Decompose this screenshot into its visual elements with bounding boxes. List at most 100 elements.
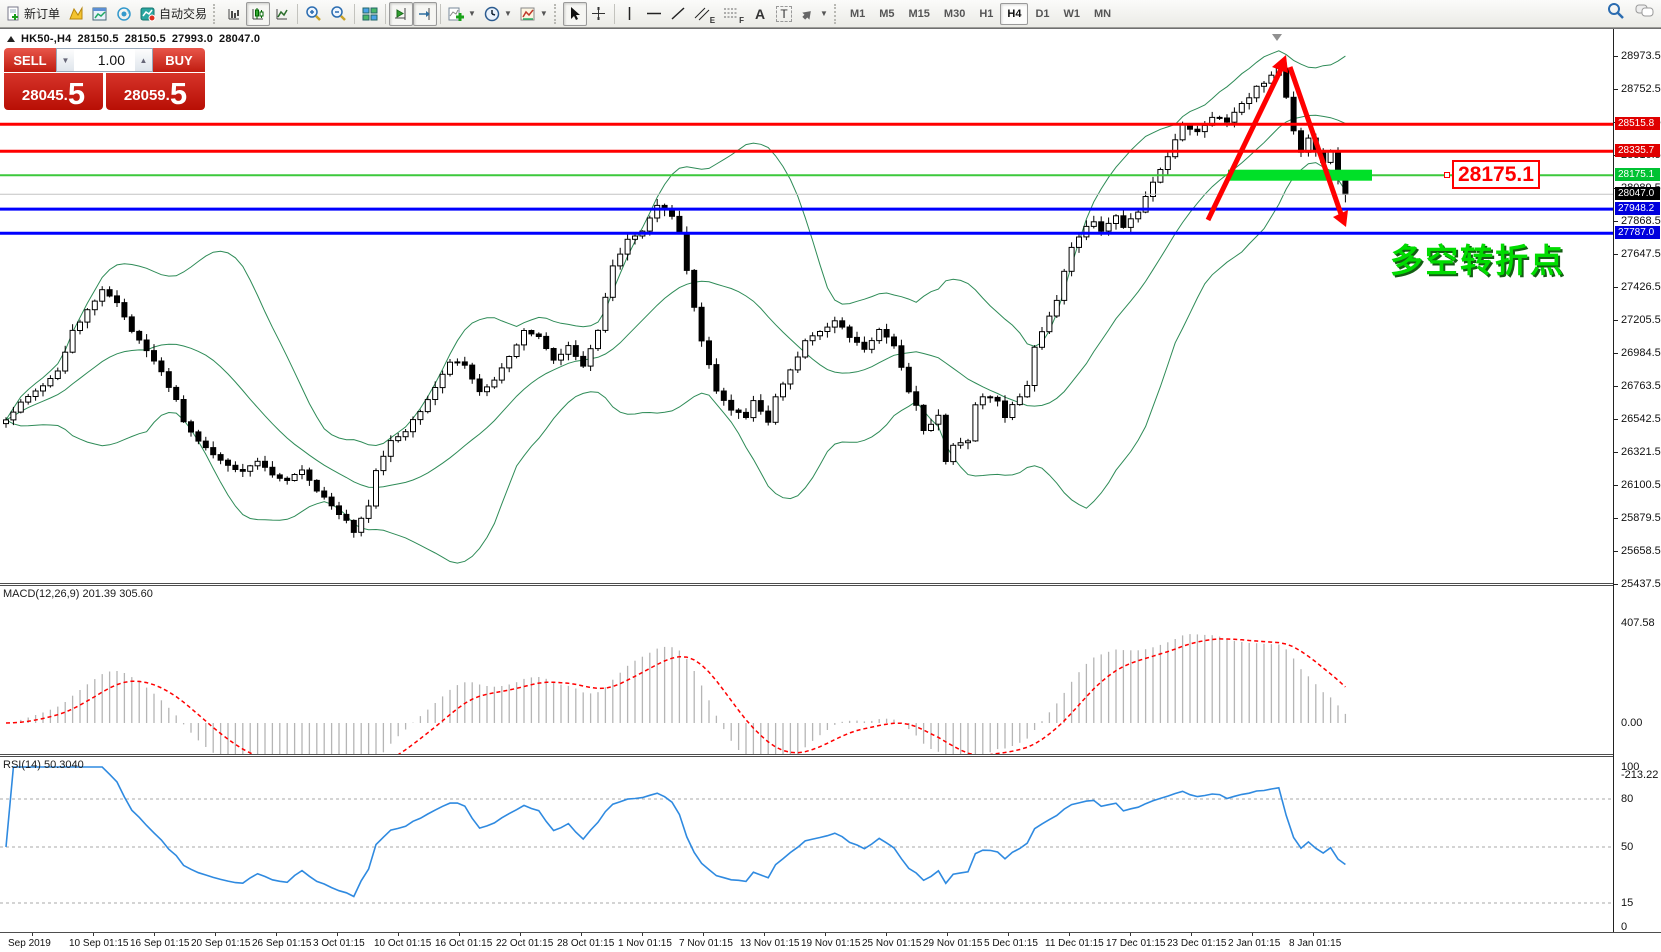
- timeframe-d1[interactable]: D1: [1028, 3, 1056, 25]
- arrows-button[interactable]: ▼: [796, 2, 832, 26]
- highlight-bar[interactable]: [1228, 170, 1372, 181]
- crosshair-button[interactable]: [587, 2, 611, 26]
- timeframe-mn[interactable]: MN: [1087, 3, 1118, 25]
- bar-high: 28150.5: [125, 33, 166, 45]
- chevron-down-icon: ▼: [504, 9, 512, 18]
- axis-tick-label: 25879.5: [1621, 512, 1661, 524]
- axis-tick: [1614, 287, 1618, 288]
- axis-tick-label: 26100.5: [1621, 479, 1661, 491]
- time-tick: [764, 933, 765, 936]
- symbol-period: HK50-,H4: [21, 33, 72, 45]
- time-tick: [1008, 933, 1009, 936]
- bull-candle: [440, 374, 445, 387]
- line-chart-button[interactable]: [270, 2, 294, 26]
- price-level-callout[interactable]: 28175.1: [1452, 160, 1540, 189]
- bear-candle: [152, 351, 157, 361]
- autotrading-button[interactable]: 自动交易: [136, 2, 211, 26]
- zoom-in-button[interactable]: [301, 2, 326, 26]
- bear-candle: [314, 480, 319, 491]
- bear-candle: [1299, 131, 1304, 152]
- zoom-out-button[interactable]: [326, 2, 351, 26]
- text-button[interactable]: A: [748, 2, 772, 26]
- bull-candle: [1128, 219, 1133, 228]
- line-chart-icon: [274, 6, 290, 22]
- trend-arrow-up[interactable]: [1208, 65, 1283, 220]
- equidistant-channel-button[interactable]: E: [690, 2, 719, 26]
- volume-input[interactable]: [74, 49, 135, 71]
- bull-candle: [403, 432, 408, 437]
- panel-splitter[interactable]: [0, 754, 1613, 757]
- candlestick-chart-button[interactable]: [246, 2, 270, 26]
- panel-splitter[interactable]: [0, 583, 1613, 586]
- timeframe-m5[interactable]: M5: [872, 3, 901, 25]
- bear-candle: [263, 461, 268, 467]
- main-price-chart[interactable]: [0, 29, 1613, 583]
- bear-candle: [684, 233, 689, 271]
- timeframe-m15[interactable]: M15: [902, 3, 937, 25]
- buy-button[interactable]: BUY: [153, 48, 205, 72]
- bull-candle: [485, 387, 490, 392]
- bull-candle: [11, 412, 16, 420]
- object-handle[interactable]: [1444, 172, 1450, 178]
- market-watch-button[interactable]: [64, 2, 88, 26]
- timeframe-m1[interactable]: M1: [843, 3, 872, 25]
- horizontal-line-button[interactable]: [642, 2, 666, 26]
- chevron-down-icon: ▼: [540, 9, 548, 18]
- bear-candle: [1225, 118, 1230, 122]
- time-axis[interactable]: Sep 201910 Sep 01:1516 Sep 01:1520 Sep 0…: [0, 932, 1661, 952]
- periods-button[interactable]: ▼: [480, 2, 516, 26]
- timeframe-h4[interactable]: H4: [1000, 3, 1028, 25]
- bear-candle: [840, 321, 845, 327]
- time-tick: [398, 933, 399, 936]
- chart-shift-button[interactable]: [413, 2, 437, 26]
- search-icon[interactable]: [1607, 2, 1625, 20]
- bear-candle: [344, 514, 349, 520]
- price-badge: 28047.0: [1615, 187, 1660, 200]
- bear-candle: [892, 337, 897, 346]
- time-tick: [93, 933, 94, 936]
- bid-price-button[interactable]: 28045.5: [4, 73, 103, 110]
- indicators-button[interactable]: ▼: [444, 2, 480, 26]
- vertical-line-button[interactable]: [618, 2, 642, 26]
- bear-candle: [551, 349, 556, 361]
- axis-tick: [1614, 551, 1618, 552]
- auto-scroll-button[interactable]: [389, 2, 413, 26]
- bull-candle: [1180, 125, 1185, 140]
- bull-candle: [929, 424, 934, 430]
- time-label: 28 Oct 01:15: [557, 938, 614, 949]
- toolbar-grip: [834, 4, 839, 24]
- bar-chart-button[interactable]: [222, 2, 246, 26]
- templates-button[interactable]: ▼: [516, 2, 552, 26]
- time-tick: [154, 933, 155, 936]
- rsi-panel[interactable]: [0, 757, 1613, 931]
- sound-alert-button[interactable]: [112, 2, 136, 26]
- chart-profile-button[interactable]: [88, 2, 112, 26]
- tile-windows-button[interactable]: [358, 2, 382, 26]
- new-order-button[interactable]: 新订单: [2, 2, 64, 26]
- chat-icon[interactable]: [1635, 2, 1655, 20]
- trendline-button[interactable]: [666, 2, 690, 26]
- axis-tick: [1614, 584, 1618, 585]
- fibo-letter: F: [739, 16, 744, 25]
- bull-candle: [1054, 300, 1059, 316]
- time-label: 3 Oct 01:15: [313, 938, 365, 949]
- time-tick: [886, 933, 887, 936]
- volume-decrease-button[interactable]: ▼: [57, 49, 74, 71]
- text-label-button[interactable]: T: [772, 2, 796, 26]
- ask-price-button[interactable]: 28059.5: [106, 73, 205, 110]
- toolbar-separator: [297, 4, 298, 24]
- bull-candle: [936, 415, 941, 424]
- timeframe-h1[interactable]: H1: [972, 3, 1000, 25]
- arrows-icon: [800, 6, 816, 21]
- bull-candle: [1040, 332, 1045, 348]
- macd-panel[interactable]: [0, 586, 1613, 754]
- sell-button[interactable]: SELL: [4, 48, 56, 72]
- price-axis[interactable]: 28973.528752.528531.528310.528089.527868…: [1613, 29, 1661, 932]
- timeframe-m30[interactable]: M30: [937, 3, 972, 25]
- timeframe-w1[interactable]: W1: [1057, 3, 1088, 25]
- fibonacci-button[interactable]: F: [719, 2, 748, 26]
- volume-increase-button[interactable]: ▲: [135, 49, 152, 71]
- cursor-button[interactable]: [563, 2, 587, 26]
- time-label: 16 Sep 01:15: [130, 938, 190, 949]
- chart-shift-marker[interactable]: [1272, 34, 1282, 41]
